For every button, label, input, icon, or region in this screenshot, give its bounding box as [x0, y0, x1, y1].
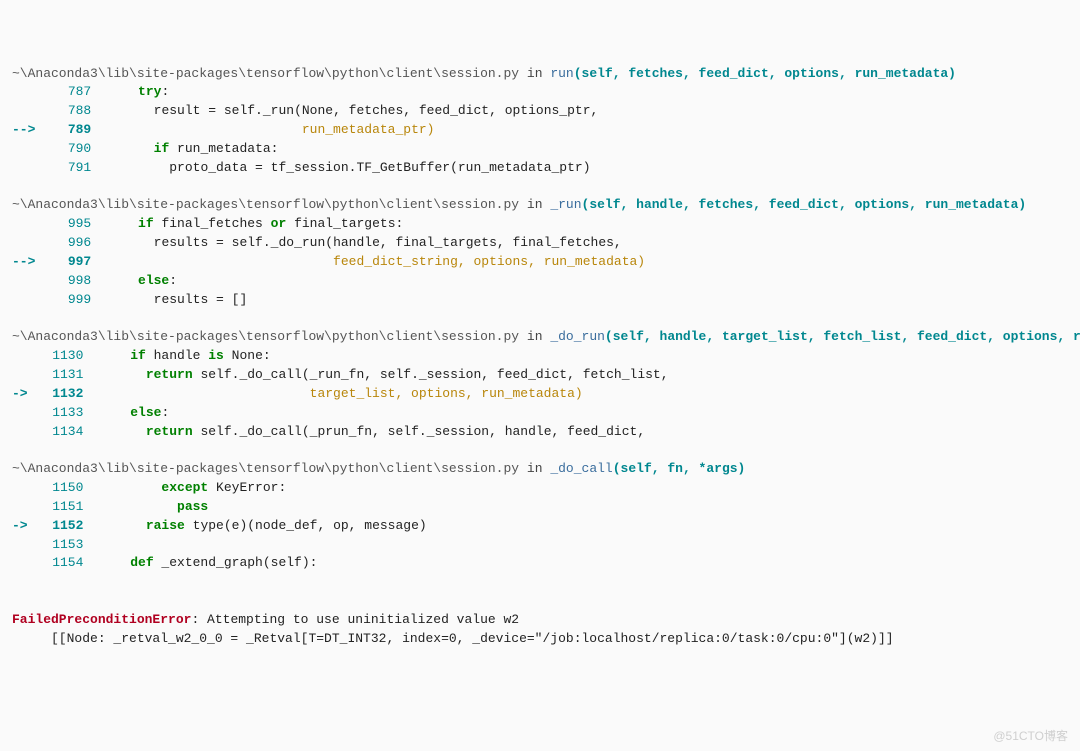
frame-fn: _do_call [550, 461, 612, 476]
code-token: return [146, 367, 193, 382]
frame-path: ~\Anaconda3\lib\site-packages\tensorflow… [12, 66, 519, 81]
line-number: 1134 [35, 423, 83, 442]
in-word: in [519, 329, 550, 344]
line-number: 999 [43, 291, 91, 310]
code-token: self._do_call(_prun_fn, self._session, h… [193, 424, 645, 439]
code-token: pass [177, 499, 208, 514]
code-token: or [271, 216, 287, 231]
line-number: 1152 [35, 517, 83, 536]
code-token: else [138, 273, 169, 288]
arrow-marker [12, 84, 43, 99]
code-token: _extend_graph(self): [154, 555, 318, 570]
arrow-marker: -> [12, 518, 35, 533]
code-token: KeyError: [208, 480, 286, 495]
line-number: 791 [43, 159, 91, 178]
code-token: if [130, 348, 146, 363]
arrow-marker [12, 160, 43, 175]
in-word: in [519, 461, 550, 476]
arrow-marker [12, 555, 35, 570]
frame-fn: _run [550, 197, 581, 212]
frame-fn: _do_run [550, 329, 605, 344]
arrow-marker [12, 405, 35, 420]
arrow-marker [12, 103, 43, 118]
in-word: in [519, 66, 550, 81]
frame-path: ~\Anaconda3\lib\site-packages\tensorflow… [12, 329, 519, 344]
error-msg-1: : Attempting to use uninitialized value … [191, 612, 519, 627]
code-token: except [161, 480, 208, 495]
arrow-marker: --> [12, 122, 43, 137]
code-token: handle [146, 348, 208, 363]
arrow-marker [12, 499, 35, 514]
arrow-marker: -> [12, 386, 35, 401]
code-token: : [161, 84, 169, 99]
code-token: if [154, 141, 170, 156]
line-number: 1150 [35, 479, 83, 498]
code-token: return [146, 424, 193, 439]
code-token: run_metadata_ptr) [91, 122, 434, 137]
arrow-marker [12, 273, 43, 288]
code-token: run_metadata: [169, 141, 278, 156]
line-number: 1131 [35, 366, 83, 385]
arrow-marker [12, 292, 43, 307]
arrow-marker [12, 367, 35, 382]
code-token: is [208, 348, 224, 363]
code-token: : [161, 405, 169, 420]
arrow-marker [12, 424, 35, 439]
line-number: 997 [43, 253, 91, 272]
code-token: else [130, 405, 161, 420]
frame-fn: run [550, 66, 573, 81]
arrow-marker [12, 537, 35, 552]
code-token: results = [] [154, 292, 248, 307]
arrow-marker [12, 141, 43, 156]
code-token: : [169, 273, 177, 288]
code-token: result = self._run(None, fetches, feed_d… [154, 103, 599, 118]
code-token: self._do_call(_run_fn, self._session, fe… [193, 367, 669, 382]
line-number: 790 [43, 140, 91, 159]
line-number: 1153 [35, 536, 83, 555]
code-token: results = self._do_run(handle, final_tar… [154, 235, 622, 250]
frame-path: ~\Anaconda3\lib\site-packages\tensorflow… [12, 197, 519, 212]
frame-path: ~\Anaconda3\lib\site-packages\tensorflow… [12, 461, 519, 476]
frame-sig: (self, fetches, feed_dict, options, run_… [574, 66, 956, 81]
line-number: 1151 [35, 498, 83, 517]
line-number: 788 [43, 102, 91, 121]
arrow-marker [12, 235, 43, 250]
code-token: None: [224, 348, 271, 363]
code-token: proto_data = tf_session.TF_GetBuffer(run… [169, 160, 590, 175]
code-token: type(e)(node_def, op, message) [185, 518, 427, 533]
arrow-marker [12, 480, 35, 495]
code-token: if [138, 216, 154, 231]
line-number: 789 [43, 121, 91, 140]
line-number: 1154 [35, 554, 83, 573]
line-number: 1130 [35, 347, 83, 366]
line-number: 998 [43, 272, 91, 291]
code-token: try [138, 84, 161, 99]
arrow-marker [12, 348, 35, 363]
in-word: in [519, 197, 550, 212]
frame-sig: (self, handle, fetches, feed_dict, optio… [582, 197, 1027, 212]
line-number: 1133 [35, 404, 83, 423]
arrow-marker [12, 216, 43, 231]
frame-sig: (self, handle, target_list, fetch_list, … [605, 329, 1080, 344]
arrow-marker: --> [12, 254, 43, 269]
code-token: def [130, 555, 153, 570]
traceback: ~\Anaconda3\lib\site-packages\tensorflow… [12, 65, 1068, 593]
line-number: 996 [43, 234, 91, 253]
line-number: 995 [43, 215, 91, 234]
watermark: @51CTO博客 [993, 728, 1068, 745]
code-token: final_fetches [154, 216, 271, 231]
line-number: 787 [43, 83, 91, 102]
error-msg-2: [[Node: _retval_w2_0_0 = _Retval[T=DT_IN… [12, 631, 894, 646]
code-token: raise [146, 518, 185, 533]
error-name: FailedPreconditionError [12, 612, 191, 627]
code-token: feed_dict_string, options, run_metadata) [91, 254, 645, 269]
error-block: FailedPreconditionError: Attempting to u… [12, 611, 1068, 649]
frame-sig: (self, fn, *args) [613, 461, 746, 476]
code-token: final_targets: [286, 216, 403, 231]
code-token: target_list, options, run_metadata) [83, 386, 582, 401]
line-number: 1132 [35, 385, 83, 404]
